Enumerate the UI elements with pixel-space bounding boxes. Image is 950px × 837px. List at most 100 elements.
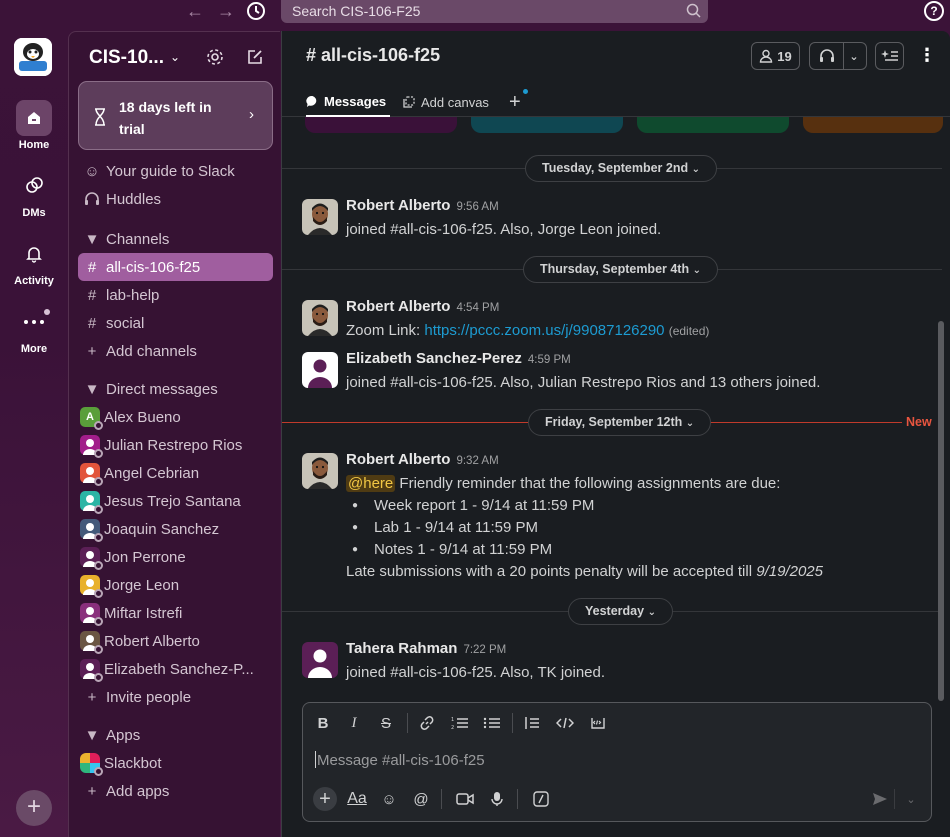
- back-arrow-icon[interactable]: ←: [183, 0, 207, 24]
- sidebar-item-dm[interactable]: Elizabeth Sanchez-P...: [78, 655, 273, 683]
- rail-more[interactable]: More: [0, 304, 68, 355]
- message-author[interactable]: Robert Alberto 4:54 PM: [346, 298, 499, 315]
- sidebar-item-lab-help[interactable]: # lab-help: [78, 281, 273, 309]
- rail-home[interactable]: Home: [0, 100, 68, 151]
- sidebar-item-social[interactable]: # social: [78, 309, 273, 337]
- rail-activity[interactable]: Activity: [0, 236, 68, 287]
- add-apps-button[interactable]: + Add apps: [78, 777, 273, 805]
- rail-dms[interactable]: DMs: [0, 168, 68, 219]
- add-channels-button[interactable]: + Add channels: [78, 337, 273, 365]
- compose-icon[interactable]: [245, 47, 265, 67]
- sidebar-item-dm[interactable]: Jon Perrone: [78, 543, 273, 571]
- message-author[interactable]: Robert Alberto 9:56 AM: [346, 197, 499, 214]
- tab-add-canvas[interactable]: Add canvas: [402, 87, 489, 117]
- top-bar: ← → Search CIS-106-F25 ?: [0, 0, 950, 24]
- more-vertical-icon[interactable]: ⋮: [918, 45, 936, 66]
- avatar: [80, 575, 103, 598]
- canvas-preview[interactable]: [803, 117, 943, 133]
- mention-icon[interactable]: @: [409, 787, 433, 811]
- microphone-icon[interactable]: [485, 787, 509, 811]
- sidebar-item-slackbot[interactable]: Slackbot: [78, 749, 273, 777]
- chevron-down-icon[interactable]: ⌄: [899, 787, 923, 811]
- channels-section-header[interactable]: ▼ Channels: [78, 225, 273, 253]
- apps-section-header[interactable]: ▼ Apps: [78, 721, 273, 749]
- sidebar-item-dm[interactable]: Joaquin Sanchez: [78, 515, 273, 543]
- search-input[interactable]: Search CIS-106-F25: [281, 0, 708, 23]
- help-icon[interactable]: ?: [924, 1, 944, 21]
- avatar[interactable]: [302, 453, 338, 489]
- members-button[interactable]: 19: [751, 42, 800, 70]
- message-author[interactable]: Elizabeth Sanchez-Perez 4:59 PM: [346, 350, 571, 367]
- message-author[interactable]: Robert Alberto 9:32 AM: [346, 451, 499, 468]
- send-icon[interactable]: [868, 787, 892, 811]
- zoom-link[interactable]: https://pccc.zoom.us/j/99087126290: [424, 322, 664, 339]
- date-pill[interactable]: Thursday, September 4th ⌄: [523, 256, 718, 283]
- sidebar-item-huddles[interactable]: Huddles: [78, 185, 273, 213]
- workspace-logo[interactable]: [14, 38, 52, 76]
- workspace-name[interactable]: CIS-10...: [89, 47, 164, 69]
- toolbar-divider: [512, 713, 513, 733]
- avatar[interactable]: [302, 199, 338, 235]
- sidebar-item-dm[interactable]: Angel Cebrian: [78, 459, 273, 487]
- forward-arrow-icon[interactable]: →: [214, 0, 238, 24]
- message-author[interactable]: Tahera Rahman 7:22 PM: [346, 640, 506, 657]
- rail-activity-label: Activity: [14, 275, 54, 287]
- bold-icon[interactable]: B: [312, 713, 334, 733]
- scrollbar[interactable]: [938, 321, 944, 701]
- canvas-preview[interactable]: [637, 117, 789, 133]
- slackbot-avatar: [80, 753, 103, 776]
- plus-icon: +: [87, 342, 97, 360]
- code-block-icon[interactable]: [587, 713, 609, 733]
- chevron-down-icon[interactable]: ⌄: [170, 50, 180, 64]
- message-time[interactable]: 4:54 PM: [456, 302, 499, 314]
- sidebar-item-all-cis-106-f25[interactable]: # all-cis-106-f25: [78, 253, 273, 281]
- trial-banner[interactable]: 18 days left in trial ›: [78, 81, 273, 150]
- canvas-preview[interactable]: [471, 117, 623, 133]
- sidebar-item-guide[interactable]: ☺ Your guide to Slack: [78, 157, 273, 185]
- canvas-preview[interactable]: [305, 117, 457, 133]
- link-icon[interactable]: [416, 713, 438, 733]
- huddle-button[interactable]: ⌄: [809, 42, 867, 70]
- message-input[interactable]: Message #all-cis-106-f25: [315, 751, 485, 769]
- message-time[interactable]: 9:56 AM: [456, 201, 498, 213]
- date-pill[interactable]: Friday, September 12th ⌄: [528, 409, 712, 436]
- sidebar-item-dm[interactable]: Jorge Leon: [78, 571, 273, 599]
- avatar[interactable]: [302, 642, 338, 678]
- invite-people-button[interactable]: + Invite people: [78, 683, 273, 711]
- sidebar-item-dm[interactable]: Julian Restrepo Rios: [78, 431, 273, 459]
- message-time[interactable]: 9:32 AM: [456, 455, 498, 467]
- slash-command-icon[interactable]: [529, 787, 553, 811]
- sidebar-item-dm[interactable]: Robert Alberto: [78, 627, 273, 655]
- create-new-button[interactable]: +: [16, 790, 52, 826]
- avatar[interactable]: [302, 300, 338, 336]
- emoji-icon[interactable]: ☺: [377, 787, 401, 811]
- strikethrough-icon[interactable]: S: [375, 713, 397, 733]
- ordered-list-icon[interactable]: 12: [449, 713, 471, 733]
- formatting-toggle-icon[interactable]: Aa: [345, 787, 369, 811]
- sidebar-item-dm[interactable]: Miftar Istrefi: [78, 599, 273, 627]
- dms-section-header[interactable]: ▼ Direct messages: [78, 375, 273, 403]
- add-tab-button[interactable]: +: [509, 87, 528, 117]
- avatar: [80, 435, 103, 458]
- here-mention[interactable]: @here: [346, 475, 396, 492]
- video-icon[interactable]: [453, 787, 477, 811]
- canvas-icon: [402, 95, 416, 109]
- italic-icon[interactable]: I: [343, 713, 365, 733]
- sidebar-item-dm[interactable]: Jesus Trejo Santana: [78, 487, 273, 515]
- date-pill[interactable]: Tuesday, September 2nd ⌄: [525, 155, 717, 182]
- avatar[interactable]: [302, 352, 338, 388]
- bullet-list-icon[interactable]: [481, 713, 503, 733]
- tab-messages[interactable]: Messages: [306, 87, 390, 117]
- message-time[interactable]: 4:59 PM: [528, 354, 571, 366]
- message-time[interactable]: 7:22 PM: [463, 644, 506, 656]
- gear-icon[interactable]: [205, 47, 225, 67]
- code-icon[interactable]: [554, 713, 576, 733]
- sidebar-item-dm[interactable]: A Alex Bueno: [78, 403, 273, 431]
- blockquote-icon[interactable]: [521, 713, 543, 733]
- attach-plus-icon[interactable]: +: [313, 787, 337, 811]
- channel-details-button[interactable]: [875, 42, 904, 70]
- chevron-down-icon: ⌄: [685, 418, 695, 429]
- channel-title[interactable]: # all-cis-106-f25: [306, 45, 440, 66]
- history-icon[interactable]: [246, 0, 270, 24]
- date-pill[interactable]: Yesterday ⌄: [568, 598, 673, 625]
